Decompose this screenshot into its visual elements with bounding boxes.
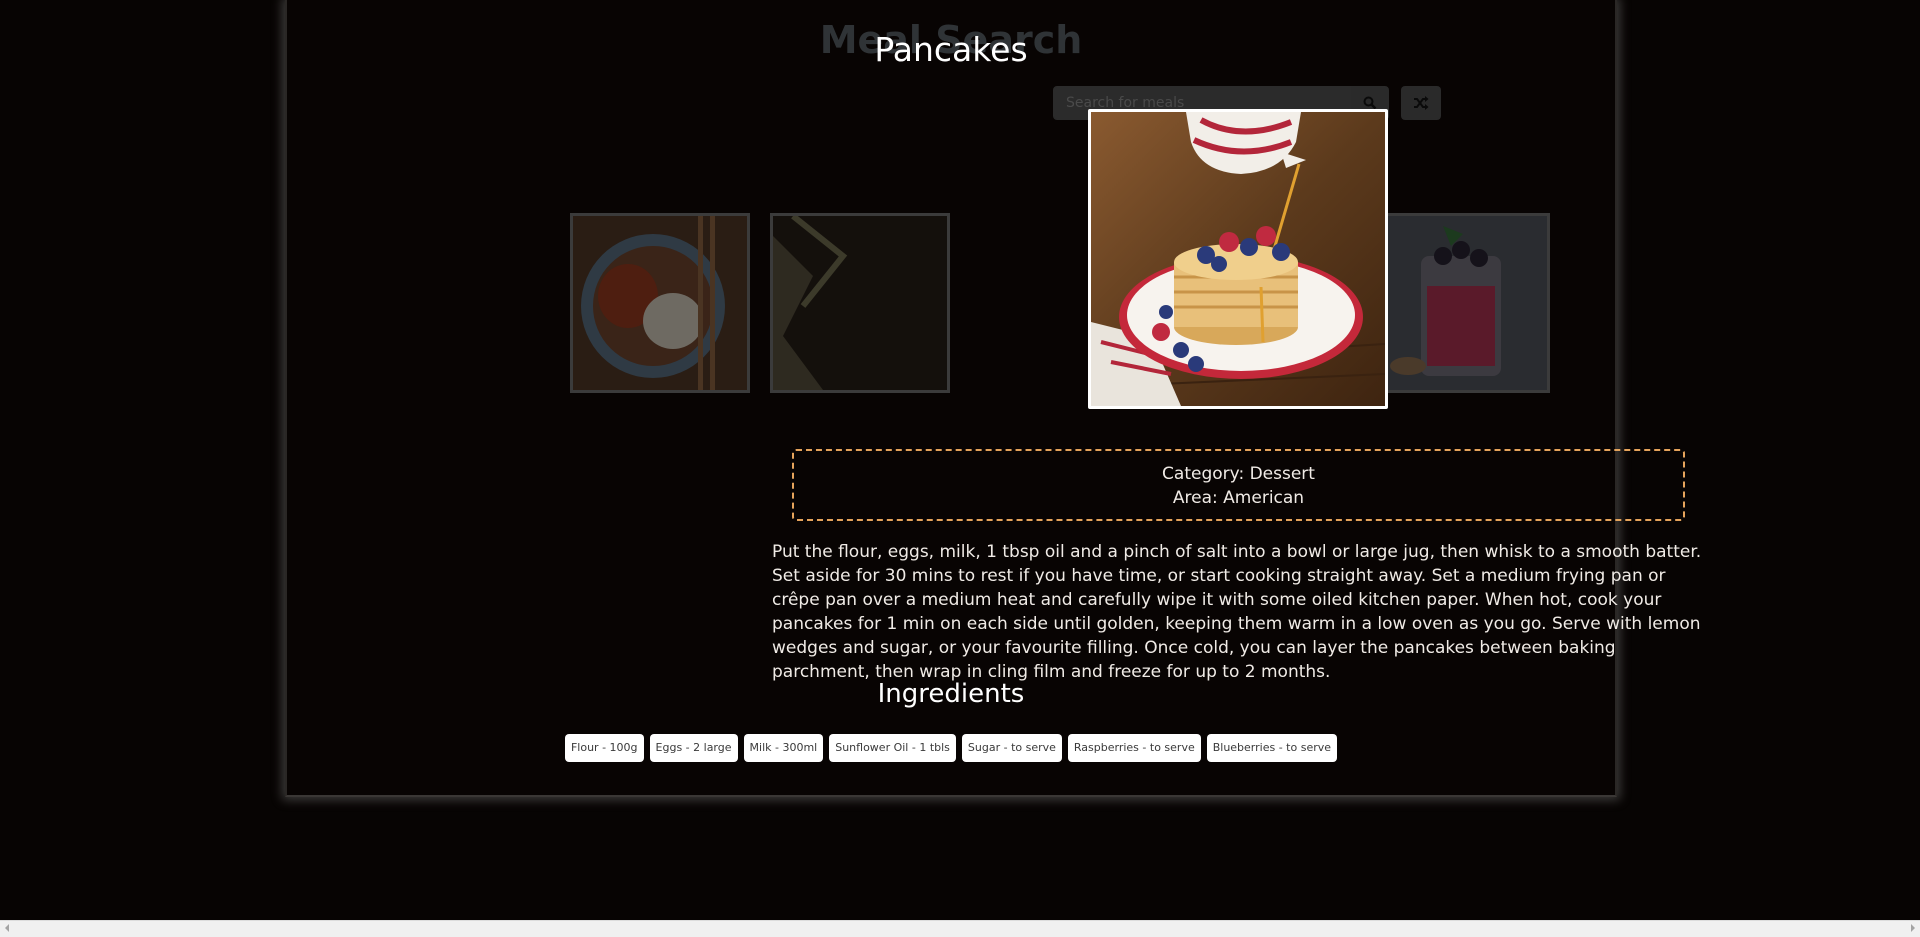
ingredient-item: Blueberries - to serve (1206, 734, 1338, 762)
ingredients-heading: Ingredients (877, 679, 1025, 709)
ingredients-list: Flour - 100g Eggs - 2 large Milk - 300ml… (287, 734, 1615, 762)
ingredient-item: Sunflower Oil - 1 tbls (829, 734, 956, 762)
meal-thumbnail-image (1373, 216, 1547, 390)
meal-card[interactable] (1370, 213, 1550, 393)
pancakes-image (1091, 112, 1385, 406)
meal-thumbnail-image (773, 216, 947, 390)
meal-info-box: Category: Dessert Area: American (792, 449, 1685, 521)
shuffle-icon (1414, 96, 1429, 110)
search-icon (1363, 96, 1377, 110)
ingredient-item: Sugar - to serve (961, 734, 1062, 762)
meal-thumbnail-image (573, 216, 747, 390)
meal-category: Category: Dessert (1162, 464, 1315, 484)
ingredient-item: Milk - 300ml (743, 734, 824, 762)
meal-area: Area: American (1172, 488, 1305, 508)
main-container: Meal Search Search for meals Pancakes Ca… (285, 0, 1701, 797)
meal-image (1088, 109, 1388, 409)
page: Meal Search Search for meals Pancakes Ca… (0, 0, 1920, 937)
meal-instructions: Put the flour, eggs, milk, 1 tbsp oil an… (772, 542, 1702, 682)
ingredient-item: Flour - 100g (564, 734, 644, 762)
scroll-left-arrow-icon[interactable] (5, 924, 9, 932)
random-meal-button[interactable] (1401, 86, 1441, 120)
meal-title: Pancakes (874, 30, 1028, 69)
ingredient-item: Eggs - 2 large (649, 734, 738, 762)
scroll-right-arrow-icon[interactable] (1911, 924, 1915, 932)
ingredient-item: Raspberries - to serve (1067, 734, 1201, 762)
horizontal-scrollbar[interactable] (0, 920, 1920, 937)
meal-card[interactable] (770, 213, 950, 393)
meal-card[interactable] (570, 213, 750, 393)
